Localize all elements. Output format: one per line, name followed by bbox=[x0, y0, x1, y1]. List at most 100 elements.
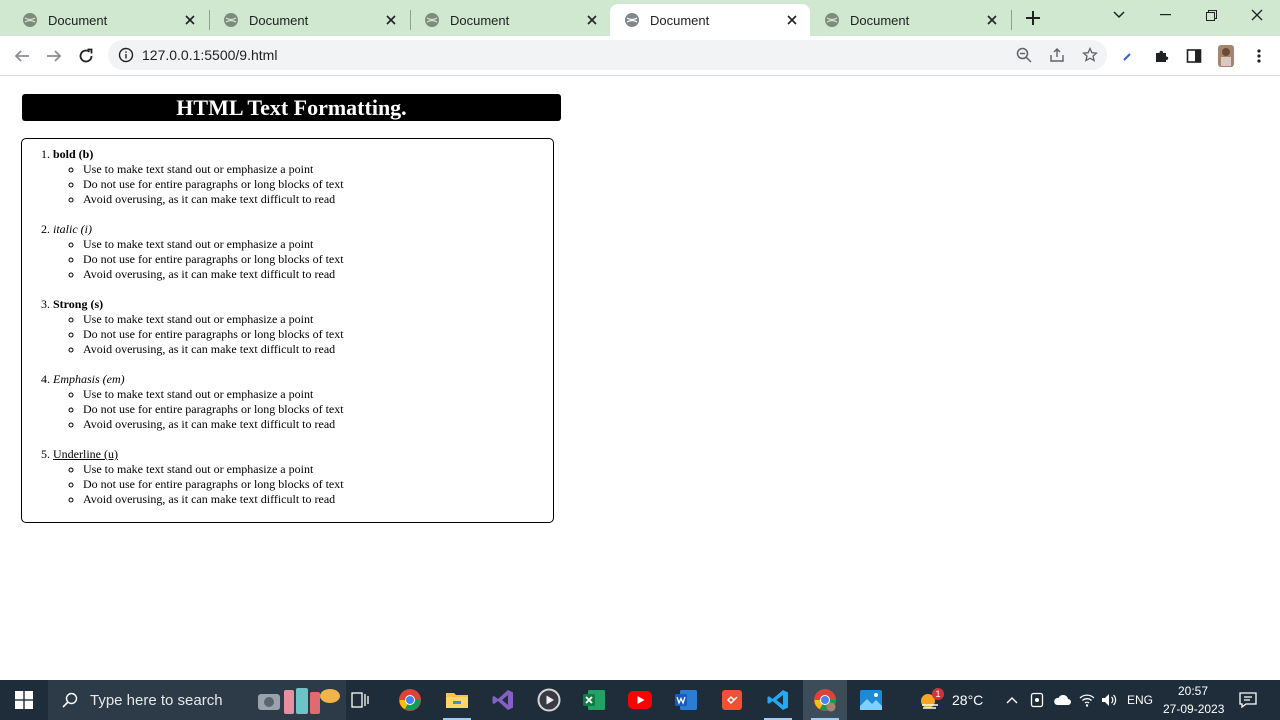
bullet-item: Do not use for entire paragraphs or long… bbox=[83, 477, 553, 492]
bullet-list: Use to make text stand out or emphasize … bbox=[83, 237, 553, 282]
minimize-button[interactable] bbox=[1142, 0, 1188, 30]
tab-search-button[interactable] bbox=[1096, 0, 1142, 30]
device-icon bbox=[1030, 692, 1044, 708]
close-icon[interactable] bbox=[784, 12, 800, 28]
clock-time[interactable]: 20:57 bbox=[1178, 684, 1208, 698]
close-icon bbox=[1251, 9, 1263, 21]
reload-icon bbox=[79, 48, 93, 63]
youtube-icon bbox=[628, 691, 652, 709]
taskbar-vscode[interactable] bbox=[756, 680, 800, 720]
side-panel-icon[interactable] bbox=[1183, 45, 1205, 67]
show-hidden-icons-button[interactable] bbox=[1000, 680, 1024, 720]
meet-now-button[interactable] bbox=[1026, 680, 1048, 720]
notification-icon bbox=[1239, 692, 1257, 708]
taskbar-word[interactable] bbox=[664, 680, 708, 720]
speaker-icon bbox=[1102, 694, 1117, 706]
info-icon[interactable] bbox=[118, 47, 134, 63]
close-icon[interactable] bbox=[182, 12, 198, 28]
tab-3[interactable]: Document bbox=[410, 4, 610, 36]
globe-icon bbox=[624, 12, 640, 28]
close-window-button[interactable] bbox=[1234, 0, 1280, 30]
taskbar-excel[interactable] bbox=[572, 680, 616, 720]
taskbar-media-player[interactable] bbox=[527, 680, 571, 720]
notifications-button[interactable] bbox=[1234, 680, 1262, 720]
windows-logo-icon bbox=[15, 691, 33, 709]
tab-4-active[interactable]: Document bbox=[610, 4, 810, 36]
word-icon bbox=[675, 690, 697, 710]
puzzle-icon[interactable] bbox=[1151, 45, 1173, 67]
bullet-item: Avoid overusing, as it can make text dif… bbox=[83, 192, 553, 207]
back-button[interactable] bbox=[8, 42, 36, 70]
taskbar-file-explorer[interactable] bbox=[435, 680, 479, 720]
tab-separator bbox=[1011, 10, 1012, 30]
taskbar-youtube[interactable] bbox=[618, 680, 662, 720]
list-item-bold: bold (b) Use to make text stand out or e… bbox=[53, 147, 553, 207]
onedrive-button[interactable] bbox=[1050, 680, 1074, 720]
chrome-profile-icon bbox=[814, 689, 836, 712]
close-icon[interactable] bbox=[984, 12, 1000, 28]
plus-icon bbox=[1026, 11, 1040, 25]
bullet-item: Avoid overusing, as it can make text dif… bbox=[83, 267, 553, 282]
bullet-item: Use to make text stand out or emphasize … bbox=[83, 462, 553, 477]
new-tab-button[interactable] bbox=[1021, 6, 1045, 30]
bullet-item: Do not use for entire paragraphs or long… bbox=[83, 252, 553, 267]
tab-title: Document bbox=[850, 12, 910, 28]
clock-date[interactable]: 27-09-2023 bbox=[1163, 702, 1224, 716]
language-indicator[interactable]: ENG bbox=[1127, 693, 1153, 707]
tab-2[interactable]: Document bbox=[209, 4, 409, 36]
page-heading-bar: HTML Text Formatting. bbox=[22, 94, 561, 121]
restore-icon bbox=[1205, 9, 1217, 21]
bullet-item: Use to make text stand out or emphasize … bbox=[83, 162, 553, 177]
zoom-icon[interactable] bbox=[1014, 45, 1034, 65]
search-highlight-illustration bbox=[258, 684, 344, 720]
url-text[interactable]: 127.0.0.1:5500/9.html bbox=[142, 40, 277, 70]
chevron-up-icon bbox=[1006, 697, 1018, 704]
bullet-item: Avoid overusing, as it can make text dif… bbox=[83, 492, 553, 507]
taskbar-photos[interactable] bbox=[849, 680, 893, 720]
taskbar-git-app[interactable] bbox=[710, 680, 754, 720]
list-item-italic: italic (i) Use to make text stand out or… bbox=[53, 222, 553, 282]
weather-widget[interactable]: 1 bbox=[912, 680, 948, 720]
bullet-item: Use to make text stand out or emphasize … bbox=[83, 387, 553, 402]
tab-1[interactable]: Document bbox=[8, 4, 208, 36]
item-label: Strong (s) bbox=[53, 297, 104, 311]
globe-icon bbox=[824, 12, 840, 28]
restore-button[interactable] bbox=[1188, 0, 1234, 30]
search-placeholder: Type here to search bbox=[90, 691, 223, 709]
network-button[interactable] bbox=[1076, 680, 1098, 720]
task-view-icon bbox=[351, 692, 369, 708]
weather-badge: 1 bbox=[932, 688, 944, 700]
star-icon[interactable] bbox=[1080, 45, 1100, 65]
reload-button[interactable] bbox=[72, 42, 100, 70]
volume-button[interactable] bbox=[1098, 680, 1120, 720]
kebab-menu-icon[interactable] bbox=[1248, 45, 1270, 67]
bullet-list: Use to make text stand out or emphasize … bbox=[83, 462, 553, 507]
tab-5[interactable]: Document bbox=[810, 4, 1010, 36]
bullet-item: Do not use for entire paragraphs or long… bbox=[83, 177, 553, 192]
forward-button[interactable] bbox=[40, 42, 68, 70]
taskbar-visual-studio[interactable] bbox=[481, 680, 525, 720]
visual-studio-icon bbox=[492, 690, 513, 710]
globe-icon bbox=[223, 12, 239, 28]
bullet-list: Use to make text stand out or emphasize … bbox=[83, 162, 553, 207]
taskbar-chrome-profile[interactable] bbox=[803, 680, 847, 720]
close-icon[interactable] bbox=[584, 12, 600, 28]
task-view-button[interactable] bbox=[338, 680, 382, 720]
chrome-icon bbox=[399, 689, 421, 711]
windows-taskbar: Type here to search 1 28°C ENG 20:57 27-… bbox=[0, 680, 1280, 720]
tab-title: Document bbox=[48, 12, 108, 28]
close-icon[interactable] bbox=[383, 12, 399, 28]
address-bar[interactable]: 127.0.0.1:5500/9.html bbox=[108, 40, 1107, 70]
wifi-icon bbox=[1079, 694, 1095, 707]
profile-avatar[interactable] bbox=[1215, 45, 1237, 67]
start-button[interactable] bbox=[2, 680, 46, 720]
item-label: Emphasis (em) bbox=[53, 372, 125, 386]
share-icon[interactable] bbox=[1047, 45, 1067, 65]
taskbar-search-box[interactable]: Type here to search bbox=[48, 680, 346, 720]
bullet-item: Do not use for entire paragraphs or long… bbox=[83, 402, 553, 417]
taskbar-chrome[interactable] bbox=[388, 680, 432, 720]
weather-temp[interactable]: 28°C bbox=[952, 692, 983, 708]
globe-icon bbox=[424, 12, 440, 28]
bullet-item: Avoid overusing, as it can make text dif… bbox=[83, 417, 553, 432]
pen-extension-icon[interactable] bbox=[1117, 45, 1139, 67]
